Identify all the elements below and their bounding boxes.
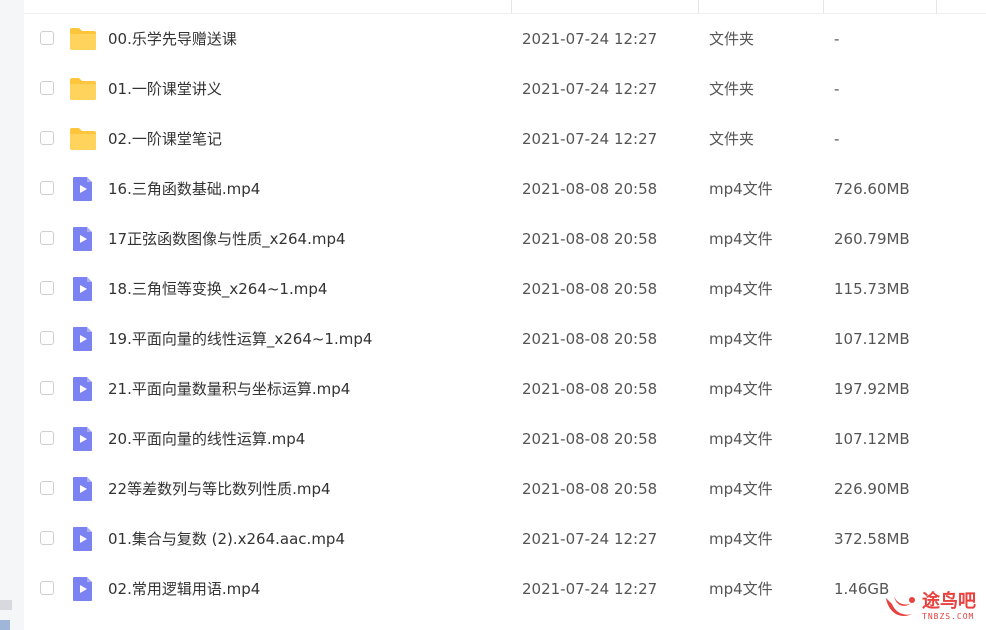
file-type: 文件夹 — [709, 30, 755, 48]
file-row[interactable]: 01.一阶课堂讲义 2021-07-24 12:27 文件夹 - — [24, 64, 986, 114]
file-size: - — [834, 130, 840, 148]
file-size: 226.90MB — [834, 480, 910, 498]
file-type: mp4文件 — [709, 580, 773, 598]
column-header-row — [24, 0, 936, 14]
video-file-icon — [69, 526, 97, 552]
row-checkbox[interactable] — [40, 231, 54, 245]
file-size: - — [834, 30, 840, 48]
file-size: 107.12MB — [834, 430, 910, 448]
row-checkbox[interactable] — [40, 531, 54, 545]
file-size: - — [834, 80, 840, 98]
sidebar-edge-mark — [0, 600, 12, 610]
file-type: mp4文件 — [709, 230, 773, 248]
file-name[interactable]: 02.常用逻辑用语.mp4 — [108, 579, 260, 599]
file-modified-date: 2021-08-08 20:58 — [522, 380, 658, 398]
watermark-text: 途鸟吧 — [922, 591, 976, 612]
row-checkbox[interactable] — [40, 31, 54, 45]
row-checkbox[interactable] — [40, 431, 54, 445]
folder-icon — [69, 26, 97, 52]
file-modified-date: 2021-08-08 20:58 — [522, 230, 658, 248]
file-name[interactable]: 00.乐学先导赠送课 — [108, 29, 237, 49]
column-separator[interactable] — [511, 0, 512, 13]
column-separator[interactable] — [823, 0, 824, 13]
row-checkbox[interactable] — [40, 181, 54, 195]
file-name[interactable]: 21.平面向量数量积与坐标运算.mp4 — [108, 379, 350, 399]
column-separator[interactable] — [698, 0, 699, 13]
file-list-page: 00.乐学先导赠送课 2021-07-24 12:27 文件夹 - 01.一阶课… — [0, 0, 986, 630]
left-sidebar-edge — [0, 0, 24, 630]
file-size: 197.92MB — [834, 380, 910, 398]
file-row[interactable]: 00.乐学先导赠送课 2021-07-24 12:27 文件夹 - — [24, 14, 986, 64]
file-row[interactable]: 17正弦函数图像与性质_x264.mp4 2021-08-08 20:58 mp… — [24, 214, 986, 264]
file-modified-date: 2021-07-24 12:27 — [522, 580, 658, 598]
file-type: mp4文件 — [709, 480, 773, 498]
sidebar-edge-mark-blue — [0, 620, 10, 630]
folder-icon — [69, 76, 97, 102]
file-type: mp4文件 — [709, 180, 773, 198]
row-checkbox[interactable] — [40, 381, 54, 395]
file-modified-date: 2021-07-24 12:27 — [522, 130, 658, 148]
row-checkbox[interactable] — [40, 331, 54, 345]
file-name[interactable]: 17正弦函数图像与性质_x264.mp4 — [108, 229, 346, 249]
file-row[interactable]: 02.一阶课堂笔记 2021-07-24 12:27 文件夹 - — [24, 114, 986, 164]
bird-logo-icon — [886, 596, 915, 617]
file-name[interactable]: 22等差数列与等比数列性质.mp4 — [108, 479, 331, 499]
file-size: 372.58MB — [834, 530, 910, 548]
file-row[interactable]: 22等差数列与等比数列性质.mp4 2021-08-08 20:58 mp4文件… — [24, 464, 986, 514]
file-modified-date: 2021-08-08 20:58 — [522, 180, 658, 198]
file-row[interactable]: 20.平面向量的线性运算.mp4 2021-08-08 20:58 mp4文件 … — [24, 414, 986, 464]
file-modified-date: 2021-08-08 20:58 — [522, 280, 658, 298]
file-row[interactable]: 18.三角恒等变换_x264~1.mp4 2021-08-08 20:58 mp… — [24, 264, 986, 314]
file-size: 115.73MB — [834, 280, 910, 298]
file-type: mp4文件 — [709, 330, 773, 348]
file-modified-date: 2021-08-08 20:58 — [522, 330, 658, 348]
video-file-icon — [69, 176, 97, 202]
video-file-icon — [69, 376, 97, 402]
file-size: 726.60MB — [834, 180, 910, 198]
file-row[interactable]: 19.平面向量的线性运算_x264~1.mp4 2021-08-08 20:58… — [24, 314, 986, 364]
file-modified-date: 2021-08-08 20:58 — [522, 480, 658, 498]
folder-icon — [69, 126, 97, 152]
watermark-subtext: TNBZS.COM — [922, 612, 975, 621]
file-modified-date: 2021-08-08 20:58 — [522, 430, 658, 448]
file-type: mp4文件 — [709, 530, 773, 548]
file-type: mp4文件 — [709, 430, 773, 448]
file-size: 260.79MB — [834, 230, 910, 248]
video-file-icon — [69, 326, 97, 352]
file-row[interactable]: 01.集合与复数 (2).x264.aac.mp4 2021-07-24 12:… — [24, 514, 986, 564]
file-modified-date: 2021-07-24 12:27 — [522, 530, 658, 548]
video-file-icon — [69, 226, 97, 252]
file-modified-date: 2021-07-24 12:27 — [522, 30, 658, 48]
file-name[interactable]: 01.集合与复数 (2).x264.aac.mp4 — [108, 529, 345, 549]
video-file-icon — [69, 476, 97, 502]
video-file-icon — [69, 426, 97, 452]
file-name[interactable]: 02.一阶课堂笔记 — [108, 129, 222, 149]
file-row[interactable]: 21.平面向量数量积与坐标运算.mp4 2021-08-08 20:58 mp4… — [24, 364, 986, 414]
row-checkbox[interactable] — [40, 281, 54, 295]
file-type: mp4文件 — [709, 280, 773, 298]
row-checkbox[interactable] — [40, 131, 54, 145]
file-size: 107.12MB — [834, 330, 910, 348]
row-checkbox[interactable] — [40, 581, 54, 595]
file-name[interactable]: 16.三角函数基础.mp4 — [108, 179, 260, 199]
video-file-icon — [69, 576, 97, 602]
file-name[interactable]: 19.平面向量的线性运算_x264~1.mp4 — [108, 329, 372, 349]
file-type: 文件夹 — [709, 130, 755, 148]
file-name[interactable]: 20.平面向量的线性运算.mp4 — [108, 429, 305, 449]
file-row[interactable]: 02.常用逻辑用语.mp4 2021-07-24 12:27 mp4文件 1.4… — [24, 564, 986, 614]
file-name[interactable]: 18.三角恒等变换_x264~1.mp4 — [108, 279, 327, 299]
file-modified-date: 2021-07-24 12:27 — [522, 80, 658, 98]
file-type: mp4文件 — [709, 380, 773, 398]
file-type: 文件夹 — [709, 80, 755, 98]
file-name[interactable]: 01.一阶课堂讲义 — [108, 79, 222, 99]
watermark: 途鸟吧 TNBZS.COM — [882, 590, 982, 626]
file-list: 00.乐学先导赠送课 2021-07-24 12:27 文件夹 - 01.一阶课… — [24, 14, 986, 614]
row-checkbox[interactable] — [40, 81, 54, 95]
row-checkbox[interactable] — [40, 481, 54, 495]
video-file-icon — [69, 276, 97, 302]
file-row[interactable]: 16.三角函数基础.mp4 2021-08-08 20:58 mp4文件 726… — [24, 164, 986, 214]
header-extra-cell — [936, 0, 986, 14]
